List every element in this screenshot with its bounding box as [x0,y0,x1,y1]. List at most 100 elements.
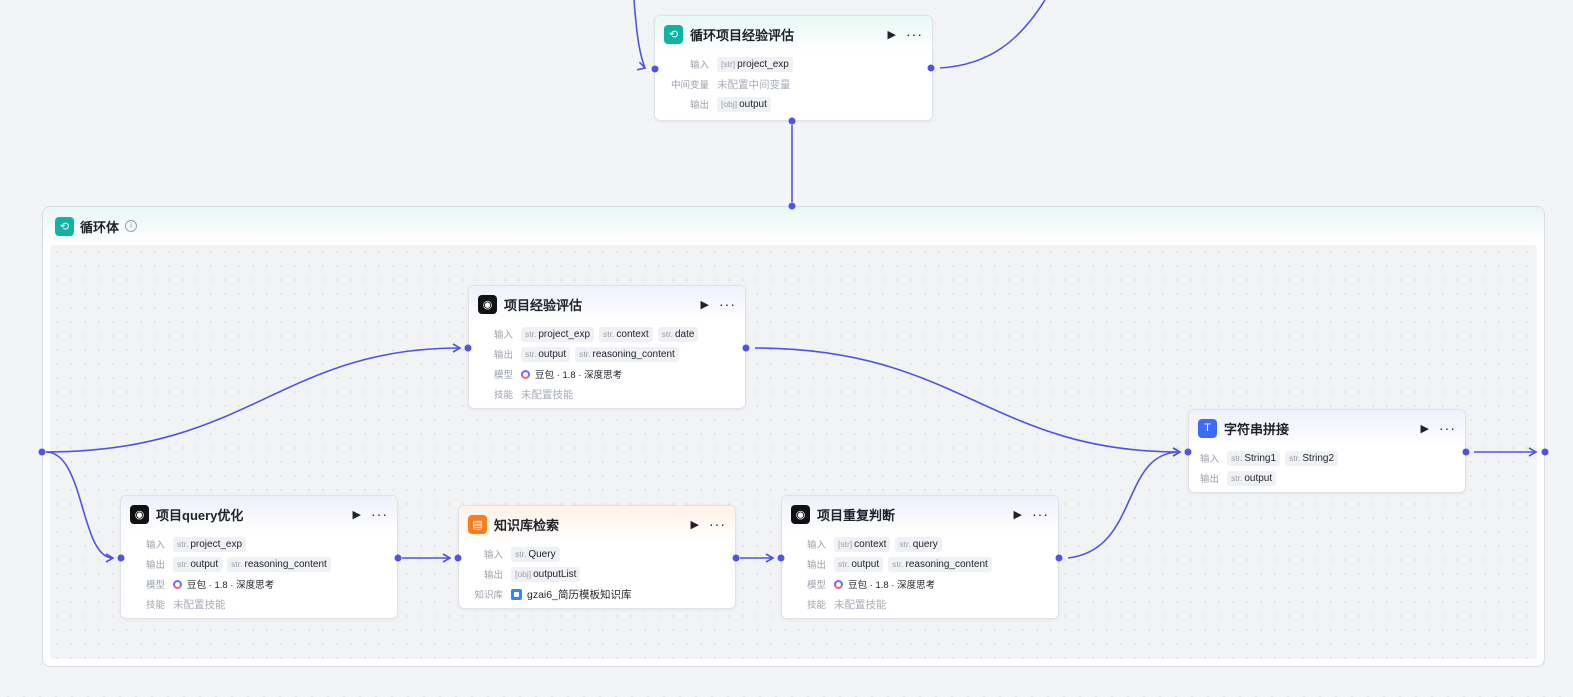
loop-icon: ⟲ [664,24,683,44]
input-handle[interactable] [777,554,785,562]
more-icon[interactable]: ··· [371,507,388,521]
loop-node[interactable]: ⟲ 循环项目经验评估 ▶ ··· 输入 [str] project_exp 中间变… [654,15,933,121]
run-icon[interactable]: ▶ [1014,508,1022,521]
node-header: ◉ 项目重复判断 ▶ ··· [782,496,1058,532]
variable-tag: str. context [599,326,653,342]
input-label: 输入 [806,540,826,551]
info-icon[interactable]: i [125,220,138,232]
node-title: 项目重复判断 [817,507,896,523]
loop-body-end-handle[interactable] [1541,448,1549,456]
skill-row: 技能 未配置技能 [479,384,735,404]
input-row: 输入 str. String1 str. String2 [1199,448,1455,468]
output-handle[interactable] [394,554,402,562]
doubao-icon [173,579,182,589]
output-row: 输出 str. output str. reasoning_content [792,554,1048,574]
skill-value: 未配置技能 [173,598,226,611]
node-title: 循环项目经验评估 [690,27,795,43]
loop-body-title: 循环体 [80,219,120,235]
node-query-optimize[interactable]: ◉ 项目query优化 ▶ ··· 输入 str. project_exp 输出 … [120,495,398,619]
node-header: ▤ 知识库检索 ▶ ··· [459,506,735,542]
variable-tag: str. date [657,326,699,342]
output-row: 输出 str. output str. reasoning_content [479,344,735,364]
more-icon[interactable]: ··· [1032,507,1049,521]
variable-tag: str. output [521,346,571,362]
edge-incoming-loop[interactable] [633,0,646,69]
node-title: 字符串拼接 [1224,421,1290,437]
arrow-head [636,61,647,71]
llm-icon: ◉ [478,294,497,314]
skill-row: 技能 未配置技能 [792,594,1048,614]
more-icon[interactable]: ··· [906,27,923,41]
output-label: 输出 [145,560,165,571]
more-icon[interactable]: ··· [709,517,726,531]
node-knowledge-search[interactable]: ▤ 知识库检索 ▶ ··· 输入 str. Query 输出 [obj] outpu… [458,505,736,609]
node-title: 知识库检索 [494,517,560,533]
variable-tag: str. output [834,556,884,572]
variable-tag: str. output [1227,470,1277,486]
run-icon[interactable]: ▶ [888,28,896,41]
variable-tag: str. project_exp [173,536,247,552]
variable-tag: [obj] output [717,96,771,112]
loop-body-handle[interactable] [788,117,796,125]
input-row: 输入 str. Query [469,544,725,564]
database-icon [511,588,522,600]
variable-tag: str. Query [511,546,560,562]
input-row: 输入 [str] project_exp [665,54,922,74]
loop-node-header: ⟲ 循环项目经验评估 ▶ ··· [655,16,932,52]
model-row: 模型 豆包 · 1.8 · 深度思考 [792,574,1048,594]
knowledge-icon: ▤ [468,514,487,534]
model-name: 豆包 · 1.8 · 深度思考 [535,370,623,381]
node-title: 项目query优化 [156,507,244,523]
llm-icon: ◉ [791,504,810,524]
loop-body-start-handle[interactable] [38,448,46,456]
knowledge-base-name: gzai6_简历模板知识库 [527,588,632,601]
model-label: 模型 [806,580,826,591]
input-label: 输入 [145,540,165,551]
llm-icon: ◉ [130,504,149,524]
input-row: 输入 str. project_exp str. context str. date [479,324,735,344]
output-handle[interactable] [1055,554,1063,562]
knowledge-row: 知识库 gzai6_简历模板知识库 [469,584,725,604]
output-row: 输出 [obj] outputList [469,564,725,584]
doubao-icon [521,369,530,379]
node-title: 项目经验评估 [504,297,583,313]
output-handle[interactable] [742,344,750,352]
run-icon[interactable]: ▶ [701,298,709,311]
input-row: 输入 [str] context str. query [792,534,1048,554]
run-icon[interactable]: ▶ [1421,422,1429,435]
more-icon[interactable]: ··· [1439,421,1456,435]
loop-icon: ⟲ [55,216,74,236]
input-handle[interactable] [1184,448,1192,456]
skill-value: 未配置技能 [521,388,574,401]
mid-variable-row: 中间变量 未配置中间变量 [665,74,922,94]
output-row: 输出 str. output str. reasoning_content [131,554,387,574]
output-handle[interactable] [732,554,740,562]
variable-tag: [str] project_exp [717,56,793,72]
node-header: ◉ 项目经验评估 ▶ ··· [469,286,745,322]
node-header: T 字符串拼接 ▶ ··· [1189,410,1465,446]
loop-body-entry-handle[interactable] [788,202,796,210]
output-handle[interactable] [1462,448,1470,456]
edge-loop-out[interactable] [939,0,1046,69]
skill-row: 技能 未配置技能 [131,594,387,614]
node-duplicate-check[interactable]: ◉ 项目重复判断 ▶ ··· 输入 [str] context str. query… [781,495,1059,619]
more-icon[interactable]: ··· [719,297,736,311]
input-handle[interactable] [454,554,462,562]
variable-tag: str. reasoning_content [227,556,331,572]
model-name: 豆包 · 1.8 · 深度思考 [187,580,275,591]
output-label: 输出 [483,570,503,581]
loop-input-handle[interactable] [651,65,659,73]
node-project-eval[interactable]: ◉ 项目经验评估 ▶ ··· 输入 str. project_exp str. co… [468,285,746,409]
node-string-concat[interactable]: T 字符串拼接 ▶ ··· 输入 str. String1 str. String2… [1188,409,1466,493]
output-label: 输出 [493,350,513,361]
run-icon[interactable]: ▶ [691,518,699,531]
doubao-icon [834,579,843,589]
variable-tag: str. reasoning_content [888,556,992,572]
variable-tag: str. String1 [1227,450,1281,466]
input-handle[interactable] [117,554,125,562]
input-handle[interactable] [464,344,472,352]
loop-output-handle[interactable] [927,64,935,72]
variable-tag: str. String2 [1285,450,1339,466]
variable-tag: [str] context [834,536,891,552]
run-icon[interactable]: ▶ [353,508,361,521]
